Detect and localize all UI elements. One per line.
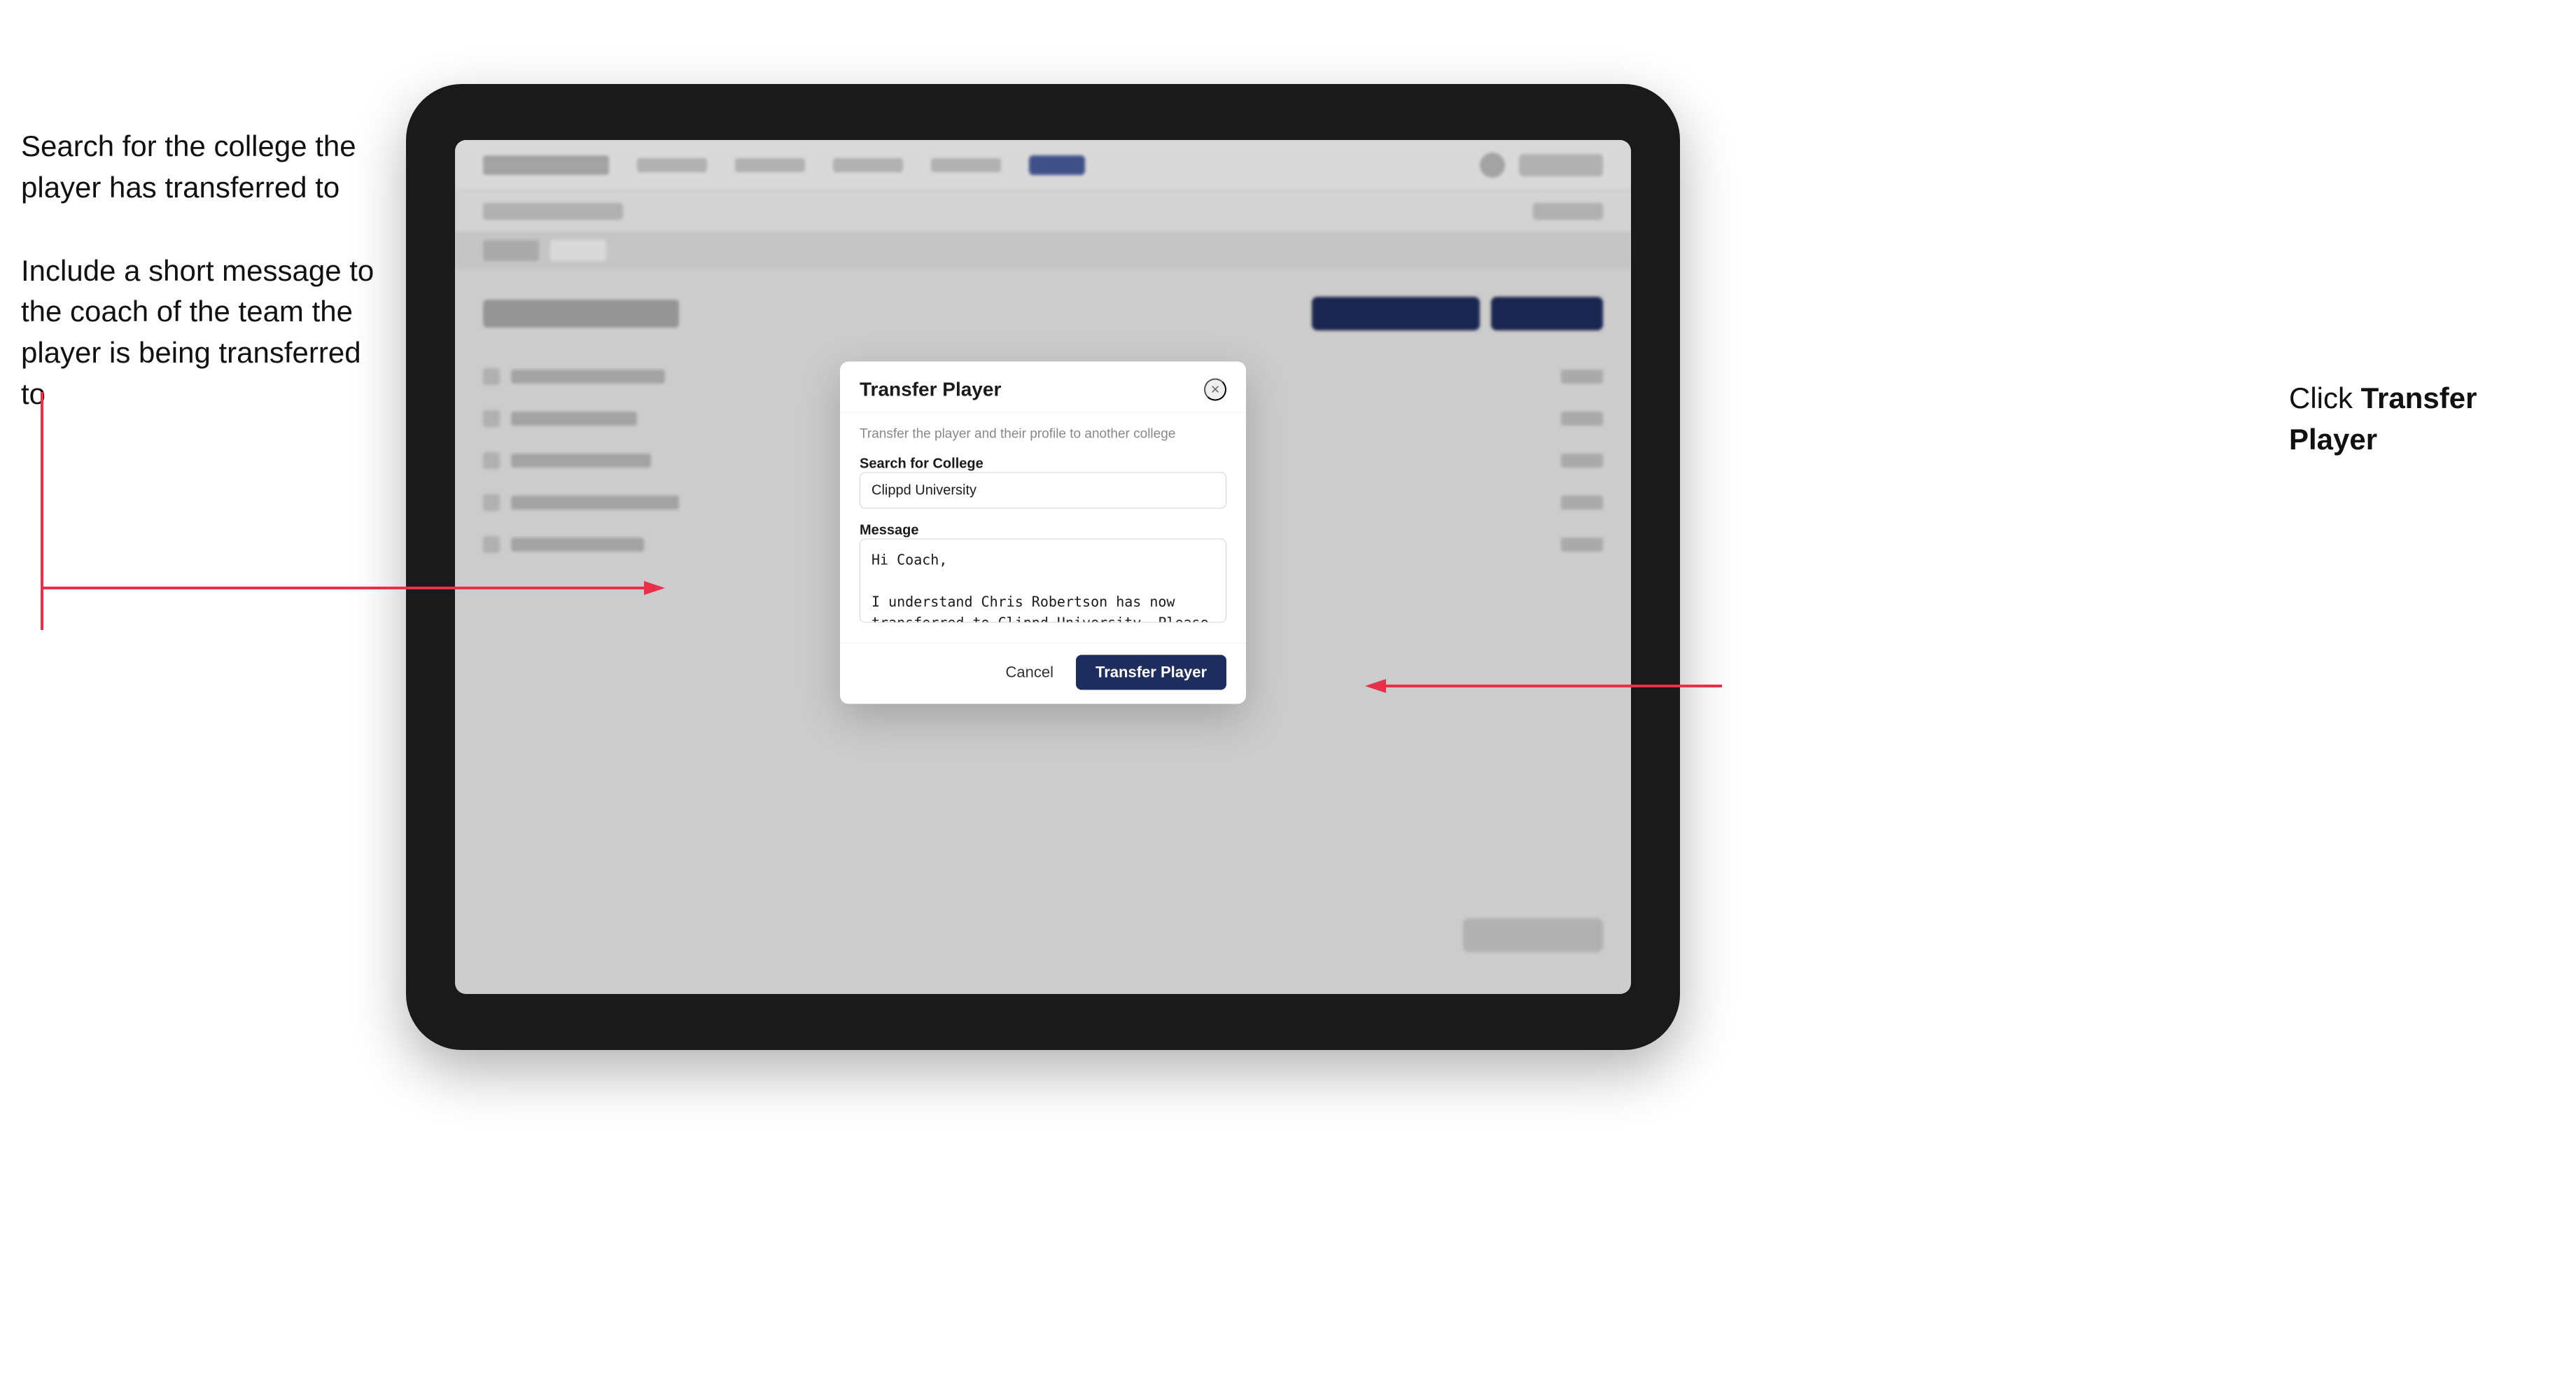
modal-title: Transfer Player (860, 379, 1001, 401)
tablet-frame: Transfer Player × Transfer the player an… (406, 84, 1680, 1050)
modal-overlay: Transfer Player × Transfer the player an… (455, 140, 1631, 994)
college-field-label: Search for College (860, 456, 983, 472)
modal-header: Transfer Player × (840, 362, 1246, 413)
college-search-input[interactable] (860, 472, 1226, 509)
annotation-left: Search for the college the player has tr… (21, 126, 385, 457)
tablet-screen: Transfer Player × Transfer the player an… (455, 140, 1631, 994)
annotation-text-search: Search for the college the player has tr… (21, 126, 385, 209)
modal-subtitle: Transfer the player and their profile to… (860, 427, 1226, 442)
modal-footer: Cancel Transfer Player (840, 643, 1246, 704)
modal-body: Transfer the player and their profile to… (840, 413, 1246, 643)
message-textarea[interactable]: Hi Coach, I understand Chris Robertson h… (860, 539, 1226, 623)
annotation-text-click: Click Transfer Player (2289, 378, 2555, 461)
transfer-player-modal: Transfer Player × Transfer the player an… (840, 362, 1246, 704)
modal-close-button[interactable]: × (1204, 379, 1226, 401)
annotation-right: Click Transfer Player (2289, 378, 2555, 461)
message-field-label: Message (860, 523, 919, 538)
transfer-player-button[interactable]: Transfer Player (1076, 655, 1226, 690)
annotation-text-message: Include a short message to the coach of … (21, 251, 385, 415)
cancel-button[interactable]: Cancel (995, 657, 1065, 689)
